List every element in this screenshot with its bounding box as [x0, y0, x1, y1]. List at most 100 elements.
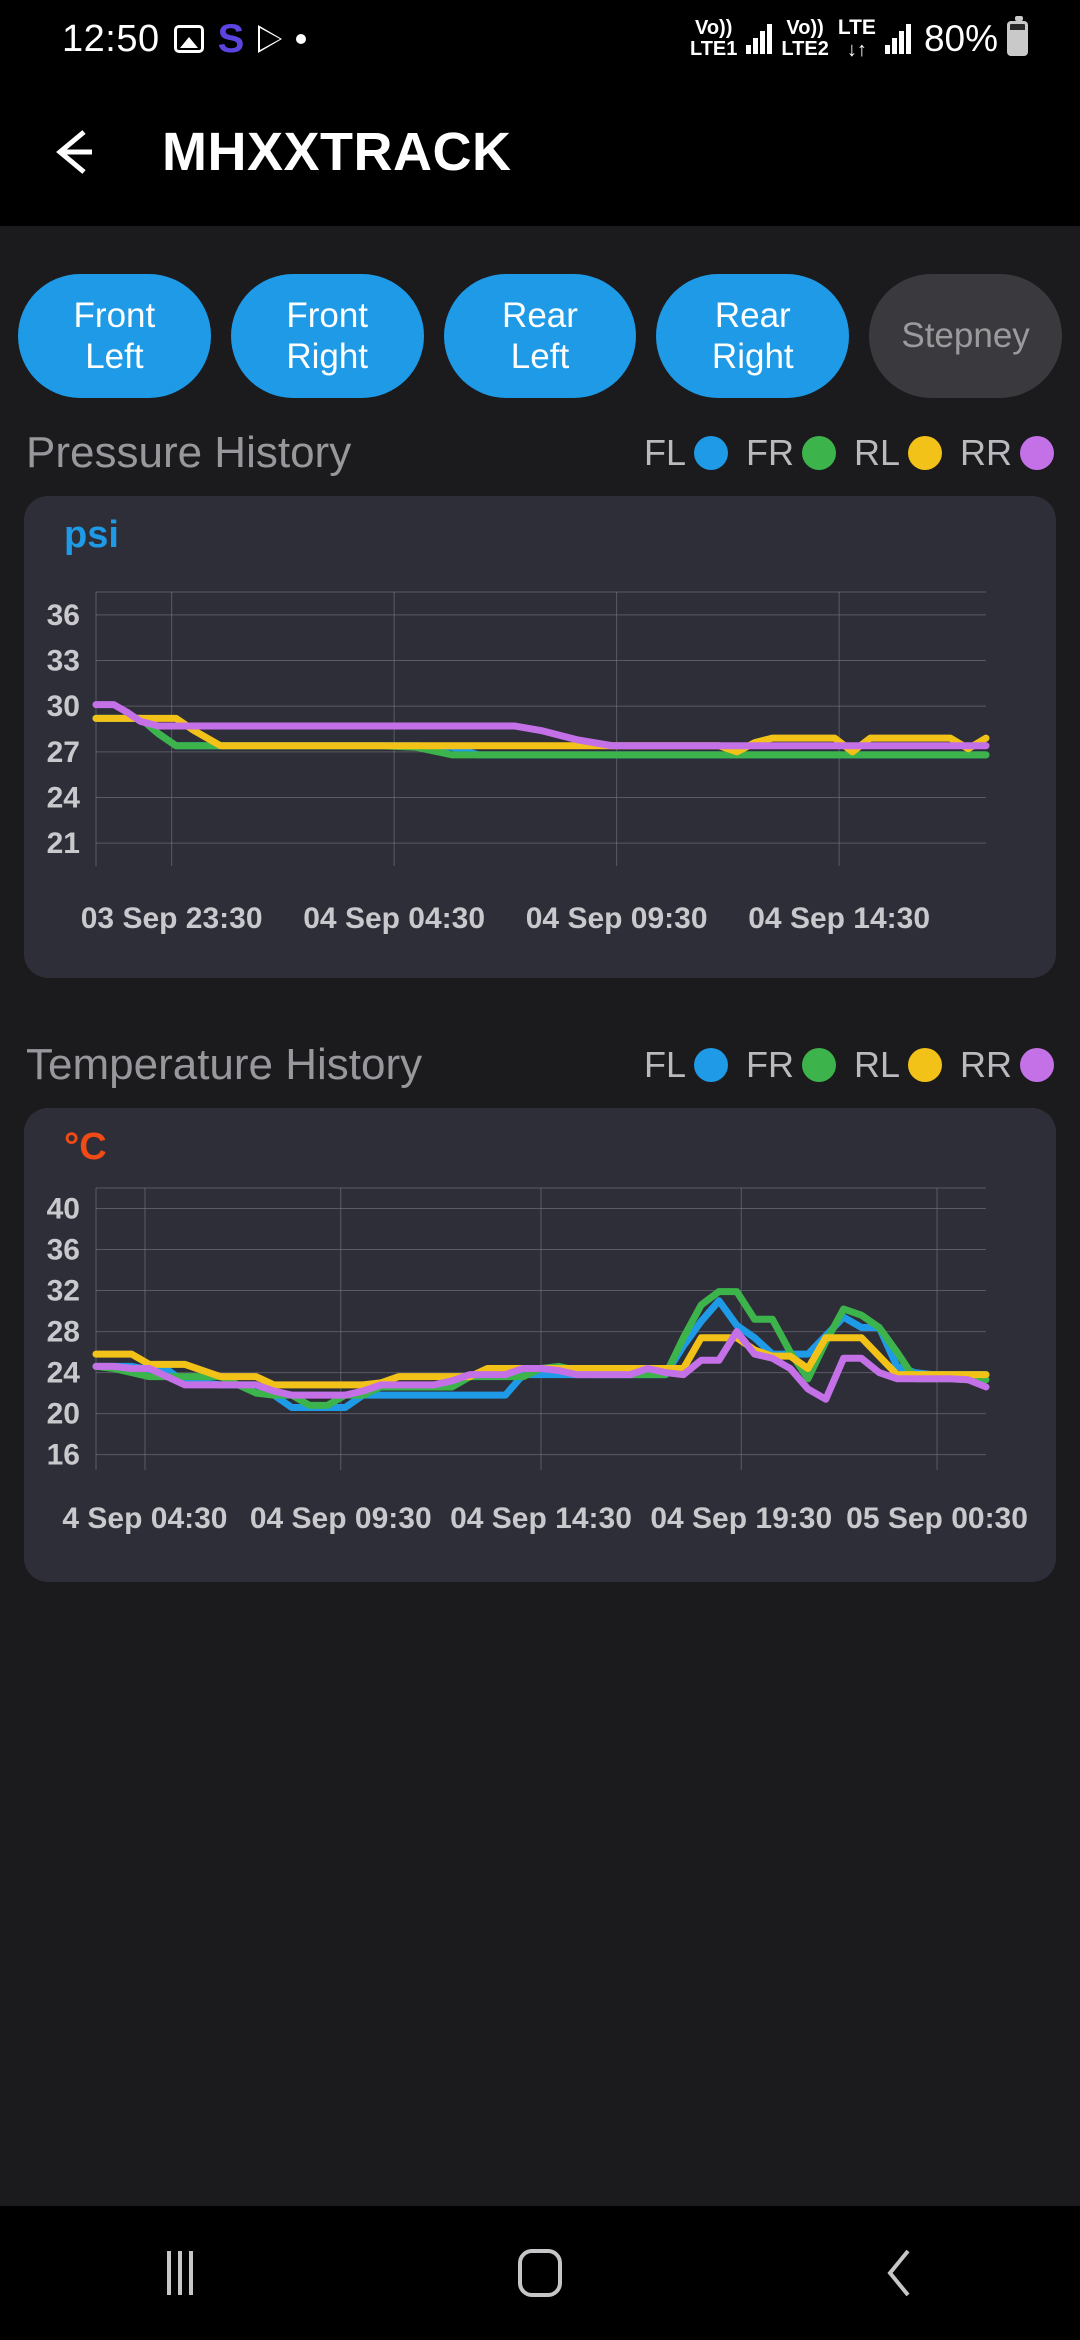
- svg-text:32: 32: [47, 1275, 80, 1308]
- svg-text:16: 16: [47, 1439, 80, 1472]
- dot-icon: [296, 34, 307, 44]
- svg-text:04 Sep 09:30: 04 Sep 09:30: [250, 1502, 432, 1535]
- svg-text:03 Sep 23:30: 03 Sep 23:30: [81, 902, 263, 935]
- temperature-chart: 40 36 32 28 24 20 16 4 Sep 04:30 04 Sep 09:30 04 …: [47, 1187, 1028, 1535]
- svg-text:04 Sep 19:30: 04 Sep 19:30: [650, 1502, 832, 1535]
- tire-selector-row: Front Left Front Right Rear Left Rear Ri…: [0, 226, 1080, 398]
- legend-dot-rl: [908, 436, 942, 470]
- tire-chip-rear-left[interactable]: Rear Left: [443, 274, 637, 398]
- pressure-chart-card[interactable]: psi 36 33 30 27 24 21 03 Sep 23:30 04 Sep 04:30…: [24, 496, 1056, 978]
- svg-text:24: 24: [47, 1357, 81, 1390]
- temperature-section-title: Temperature History: [26, 1040, 423, 1089]
- temperature-legend: FL FR RL RR: [630, 1044, 1054, 1086]
- status-bar-left: 12:50 S: [62, 17, 307, 61]
- pressure-legend: FL FR RL RR: [630, 432, 1054, 474]
- svg-text:24: 24: [47, 782, 81, 815]
- tire-chip-label-line1: Rear: [714, 295, 791, 335]
- legend-label-fl: FL: [643, 1044, 686, 1085]
- legend-item-fl: FL: [644, 1044, 728, 1086]
- legend-item-rr: RR: [960, 1044, 1054, 1086]
- arrow-left-icon[interactable]: [44, 120, 108, 184]
- svg-text:21: 21: [47, 827, 80, 860]
- temperature-unit-label: °C: [64, 1126, 107, 1168]
- legend-dot-rl: [908, 1048, 942, 1082]
- legend-dot-fr: [801, 1048, 836, 1082]
- pressure-section-header: Pressure History FL FR RL RR: [0, 398, 1080, 478]
- android-navigation-bar: [0, 2206, 1080, 2340]
- phone-screen: 12:50 S Vo)) LTE1 Vo)) LTE2 LTE ↓↑ 80% M…: [0, 0, 1080, 2340]
- legend-item-rl: RL: [854, 432, 942, 474]
- page-title: MHXXTRACK: [162, 122, 512, 182]
- tire-chip-label-line2: Left: [510, 337, 570, 376]
- pressure-section-title: Pressure History: [26, 428, 352, 477]
- legend-dot-fl: [693, 436, 728, 470]
- svg-text:27: 27: [47, 736, 80, 769]
- legend-item-rl: RL: [854, 1044, 942, 1086]
- sim2-volte-icon: Vo)) LTE2: [781, 16, 829, 60]
- svg-text:20: 20: [47, 1398, 80, 1431]
- legend-item-rr: RR: [960, 432, 1054, 474]
- legend-dot-rr: [1020, 1048, 1054, 1082]
- svg-text:04 Sep 14:30: 04 Sep 14:30: [748, 902, 930, 935]
- tire-chip-stepney[interactable]: Stepney: [869, 274, 1062, 398]
- svg-text:30: 30: [47, 690, 80, 723]
- home-icon[interactable]: [470, 2228, 610, 2318]
- tire-chip-label-line2: Left: [85, 337, 144, 376]
- svg-text:04 Sep 09:30: 04 Sep 09:30: [526, 902, 708, 935]
- legend-label-rr: RR: [960, 1044, 1012, 1085]
- samsung-internet-icon: S: [217, 17, 245, 61]
- tire-chip-label-line2: Right: [286, 337, 369, 376]
- tire-chip-label-line1: Stepney: [901, 316, 1030, 356]
- svg-text:36: 36: [47, 1234, 80, 1267]
- temperature-section-header: Temperature History FL FR RL RR: [0, 978, 1080, 1090]
- back-chevron-icon[interactable]: [830, 2228, 970, 2318]
- photo-icon: [173, 25, 204, 53]
- data-arrows-icon: ↓↑: [846, 38, 867, 61]
- tire-chip-front-right[interactable]: Front Right: [230, 274, 424, 398]
- tire-chip-label-line1: Rear: [502, 295, 578, 335]
- pressure-chart: 36 33 30 27 24 21 03 Sep 23:30 04 Sep 04:30 04 S…: [47, 591, 990, 935]
- sim2-signal-icon: [884, 23, 911, 54]
- legend-dot-fr: [801, 436, 836, 470]
- svg-text:05 Sep 00:30: 05 Sep 00:30: [846, 1502, 1028, 1535]
- svg-text:04 Sep 14:30: 04 Sep 14:30: [450, 1502, 632, 1535]
- app-bar: MHXXTRACK: [0, 78, 1080, 226]
- svg-text:4 Sep 04:30: 4 Sep 04:30: [62, 1502, 227, 1535]
- tire-chip-label-line2: Right: [711, 337, 794, 376]
- battery-percent: 80%: [923, 17, 998, 59]
- main-content: Front Left Front Right Rear Left Rear Ri…: [0, 226, 1080, 2206]
- sim1-volte-icon: Vo)) LTE1: [689, 16, 738, 60]
- svg-text:36: 36: [47, 599, 80, 632]
- svg-text:28: 28: [47, 1316, 80, 1349]
- battery-icon: [1007, 16, 1028, 57]
- sim1-label: LTE1: [689, 37, 738, 60]
- legend-label-rr: RR: [960, 432, 1012, 473]
- legend-dot-fl: [693, 1048, 728, 1082]
- legend-dot-rr: [1020, 436, 1054, 470]
- recents-icon[interactable]: [110, 2228, 250, 2318]
- lte-label: LTE: [837, 16, 876, 40]
- sim1-volte-glyph: Vo)): [694, 16, 733, 39]
- status-bar-clock: 12:50: [62, 17, 160, 60]
- status-bar-right: Vo)) LTE1 Vo)) LTE2 LTE ↓↑ 80%: [689, 16, 1028, 60]
- legend-item-fr: FR: [746, 1044, 836, 1086]
- legend-label-fl: FL: [643, 432, 686, 473]
- status-bar: 12:50 S Vo)) LTE1 Vo)) LTE2 LTE ↓↑ 80%: [0, 0, 1080, 78]
- legend-label-rl: RL: [853, 432, 900, 473]
- legend-label-rl: RL: [853, 1044, 900, 1085]
- sim1-signal-icon: [746, 23, 773, 54]
- tire-chip-front-left[interactable]: Front Left: [18, 274, 211, 398]
- svg-text:40: 40: [47, 1193, 80, 1226]
- sim2-label: LTE2: [781, 37, 829, 60]
- pressure-unit-label: psi: [64, 514, 119, 556]
- legend-label-fr: FR: [745, 1044, 794, 1085]
- lte-data-icon: LTE ↓↑: [838, 17, 876, 60]
- tire-chip-label-line1: Front: [286, 295, 369, 335]
- sim2-volte-glyph: Vo)): [786, 16, 824, 39]
- svg-text:04 Sep 04:30: 04 Sep 04:30: [303, 902, 485, 935]
- temperature-chart-card[interactable]: °C 40 36 32 28 24 20 16 4 Sep 04:30 04 Sep 09:30…: [24, 1108, 1056, 1582]
- legend-label-fr: FR: [745, 432, 794, 473]
- svg-text:33: 33: [47, 645, 80, 678]
- tire-chip-rear-right[interactable]: Rear Right: [656, 274, 850, 398]
- legend-item-fr: FR: [746, 432, 836, 474]
